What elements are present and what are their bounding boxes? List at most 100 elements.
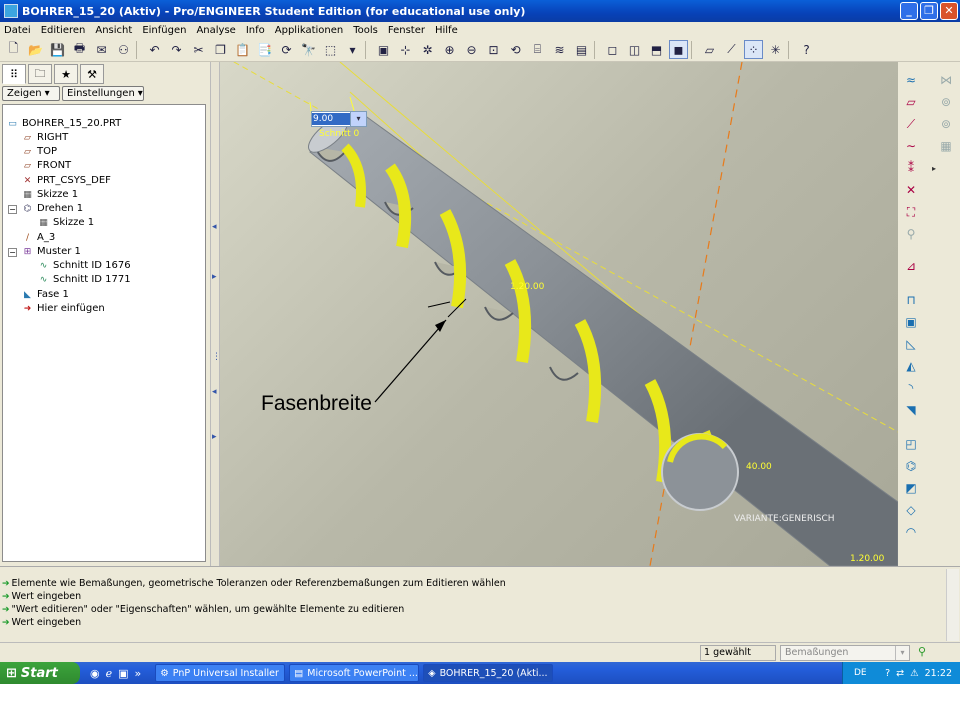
- collapse-toggle-icon[interactable]: −: [8, 248, 17, 257]
- tree-item[interactable]: ⊞ Muster 1: [21, 245, 81, 258]
- extrude-tool-icon[interactable]: ◰: [901, 434, 921, 454]
- save-icon[interactable]: 💾: [48, 40, 67, 59]
- datum-planes-toggle-icon[interactable]: ▱: [700, 40, 719, 59]
- paste-icon[interactable]: 📋: [233, 40, 252, 59]
- tree-item[interactable]: / A_3: [21, 231, 55, 244]
- menu-datei[interactable]: Datei: [4, 25, 31, 36]
- blend-tool-icon[interactable]: ◇: [901, 500, 921, 520]
- layers-icon[interactable]: ≋: [550, 40, 569, 59]
- hidden-line-icon[interactable]: ◫: [625, 40, 644, 59]
- flyout-arrow-icon[interactable]: ▸: [924, 158, 944, 178]
- csys-tool-icon[interactable]: ✕: [901, 180, 921, 200]
- tree-item[interactable]: ◣ Fase 1: [21, 288, 69, 301]
- email-icon[interactable]: ✉: [92, 40, 111, 59]
- tree-item[interactable]: ▦ Skizze 1: [21, 188, 78, 201]
- reorient-icon[interactable]: ⟲: [506, 40, 525, 59]
- spin-center-icon[interactable]: ⊹: [396, 40, 415, 59]
- draft-tool-icon[interactable]: ◭: [901, 356, 921, 376]
- cut-icon[interactable]: ✂: [189, 40, 208, 59]
- menu-analyse[interactable]: Analyse: [196, 25, 235, 36]
- zoom-in-icon[interactable]: ⊕: [440, 40, 459, 59]
- dimension-label[interactable]: Schnitt 0: [319, 129, 359, 139]
- collapse-left-icon[interactable]: ◂: [212, 222, 217, 232]
- revolve-tool-icon[interactable]: ⌬: [901, 456, 921, 476]
- more-chevron-icon[interactable]: »: [135, 667, 142, 680]
- tree-item[interactable]: ∿ Schnitt ID 1771: [37, 273, 131, 286]
- collapse-toggle-icon[interactable]: −: [8, 205, 17, 214]
- tree-item[interactable]: ⌬ Drehen 1: [21, 202, 84, 215]
- start-button[interactable]: ⊞ Start: [0, 662, 80, 684]
- boundary-tool-icon[interactable]: ◠: [901, 522, 921, 542]
- menu-fenster[interactable]: Fenster: [388, 25, 425, 36]
- tree-item[interactable]: ▦ Skizze 1: [37, 216, 94, 229]
- app-launcher-icon[interactable]: ▣: [118, 667, 128, 680]
- new-file-icon[interactable]: 🗋: [4, 40, 23, 59]
- tree-item[interactable]: ▱ FRONT: [21, 159, 71, 172]
- dimension-value-input[interactable]: ▾: [311, 111, 367, 127]
- panel-splitter[interactable]: ◂ ▸ ⋮ ◂ ▸: [210, 62, 221, 566]
- print-icon[interactable]: 🖶: [70, 40, 89, 59]
- tree-item[interactable]: ▭ BOHRER_15_20.PRT: [6, 117, 121, 130]
- collapse-left-icon[interactable]: ◂: [212, 387, 217, 397]
- point-tool-icon[interactable]: ⁑: [901, 158, 921, 178]
- dimension-field[interactable]: [312, 113, 350, 125]
- media-player-icon[interactable]: ◉: [90, 667, 100, 680]
- tree-item[interactable]: ✕ PRT_CSYS_DEF: [21, 174, 111, 187]
- taskbar-item-active[interactable]: ◈ BOHRER_15_20 (Akti...: [423, 664, 554, 682]
- menu-editieren[interactable]: Editieren: [41, 25, 86, 36]
- zoom-out-icon[interactable]: ⊖: [462, 40, 481, 59]
- clock[interactable]: 21:22: [925, 668, 952, 679]
- dimension-label[interactable]: 40.00: [746, 462, 772, 472]
- view-manager-icon[interactable]: ▤: [572, 40, 591, 59]
- help-tray-icon[interactable]: ?: [885, 668, 890, 679]
- open-folder-icon[interactable]: 📂: [26, 40, 45, 59]
- folder-browser-tab-icon[interactable]: 🗀: [28, 64, 52, 84]
- menu-applikationen[interactable]: Applikationen: [275, 25, 343, 36]
- datum-plane-tool-icon[interactable]: ≈: [901, 70, 921, 90]
- tree-item[interactable]: ▱ TOP: [21, 145, 57, 158]
- menu-info[interactable]: Info: [246, 25, 265, 36]
- undo-icon[interactable]: ↶: [145, 40, 164, 59]
- menu-tools[interactable]: Tools: [353, 25, 378, 36]
- email-link-icon[interactable]: ⚇: [114, 40, 133, 59]
- network-icon[interactable]: ⇄: [896, 668, 904, 679]
- taskbar-item[interactable]: ⚙ PnP Universal Installer: [155, 664, 286, 682]
- pattern-tool-icon[interactable]: ▦: [936, 136, 956, 156]
- context-help-icon[interactable]: ?: [797, 40, 816, 59]
- repaint-icon[interactable]: ▣: [374, 40, 393, 59]
- expand-right-icon[interactable]: ▸: [212, 272, 217, 282]
- favorites-tab-icon[interactable]: ★: [54, 64, 78, 84]
- sketch-tool-icon[interactable]: ⊿: [901, 256, 921, 276]
- sweep-tool-icon[interactable]: ◩: [901, 478, 921, 498]
- selection-box-icon[interactable]: ⬚: [321, 40, 340, 59]
- wireframe-icon[interactable]: ◻: [603, 40, 622, 59]
- curve-tool-icon[interactable]: ∼: [901, 136, 921, 156]
- saved-views-icon[interactable]: ⌸: [528, 40, 547, 59]
- minimize-button[interactable]: _: [900, 2, 918, 20]
- copy-icon[interactable]: ❐: [211, 40, 230, 59]
- selection-filter[interactable]: Bemaßungen ▾: [780, 645, 910, 661]
- language-indicator[interactable]: DE: [854, 668, 867, 678]
- chamfer-tool-icon[interactable]: ◥: [901, 400, 921, 420]
- refit-icon[interactable]: ⊡: [484, 40, 503, 59]
- tree-item[interactable]: ➜ Hier einfügen: [21, 302, 105, 315]
- analysis-tool-icon[interactable]: ⛶: [901, 202, 921, 222]
- selection-dropdown-icon[interactable]: ▾: [343, 40, 362, 59]
- mirror-tool-icon[interactable]: ⋈: [936, 70, 956, 90]
- tree-item[interactable]: ▱ RIGHT: [21, 131, 68, 144]
- orient-icon[interactable]: ✲: [418, 40, 437, 59]
- connections-tab-icon[interactable]: ⚒: [80, 64, 104, 84]
- ref-tool-icon[interactable]: ⚲: [901, 224, 921, 244]
- no-hidden-icon[interactable]: ⬒: [647, 40, 666, 59]
- dimension-label[interactable]: 1.20.00: [510, 282, 544, 292]
- shading-icon[interactable]: ◼: [669, 40, 688, 59]
- menu-ansicht[interactable]: Ansicht: [95, 25, 132, 36]
- settings-dropdown-button[interactable]: Einstellungen ▾: [62, 86, 144, 101]
- hole-tool-icon[interactable]: ⊓: [901, 290, 921, 310]
- model-tree-tab-icon[interactable]: ⠿: [2, 64, 26, 84]
- regenerate-icon[interactable]: ⟳: [277, 40, 296, 59]
- show-dropdown-button[interactable]: Zeigen ▾: [2, 86, 60, 101]
- menu-einfuegen[interactable]: Einfügen: [142, 25, 186, 36]
- rib-tool-icon[interactable]: ◺: [901, 334, 921, 354]
- round-tool-icon[interactable]: ◝: [901, 378, 921, 398]
